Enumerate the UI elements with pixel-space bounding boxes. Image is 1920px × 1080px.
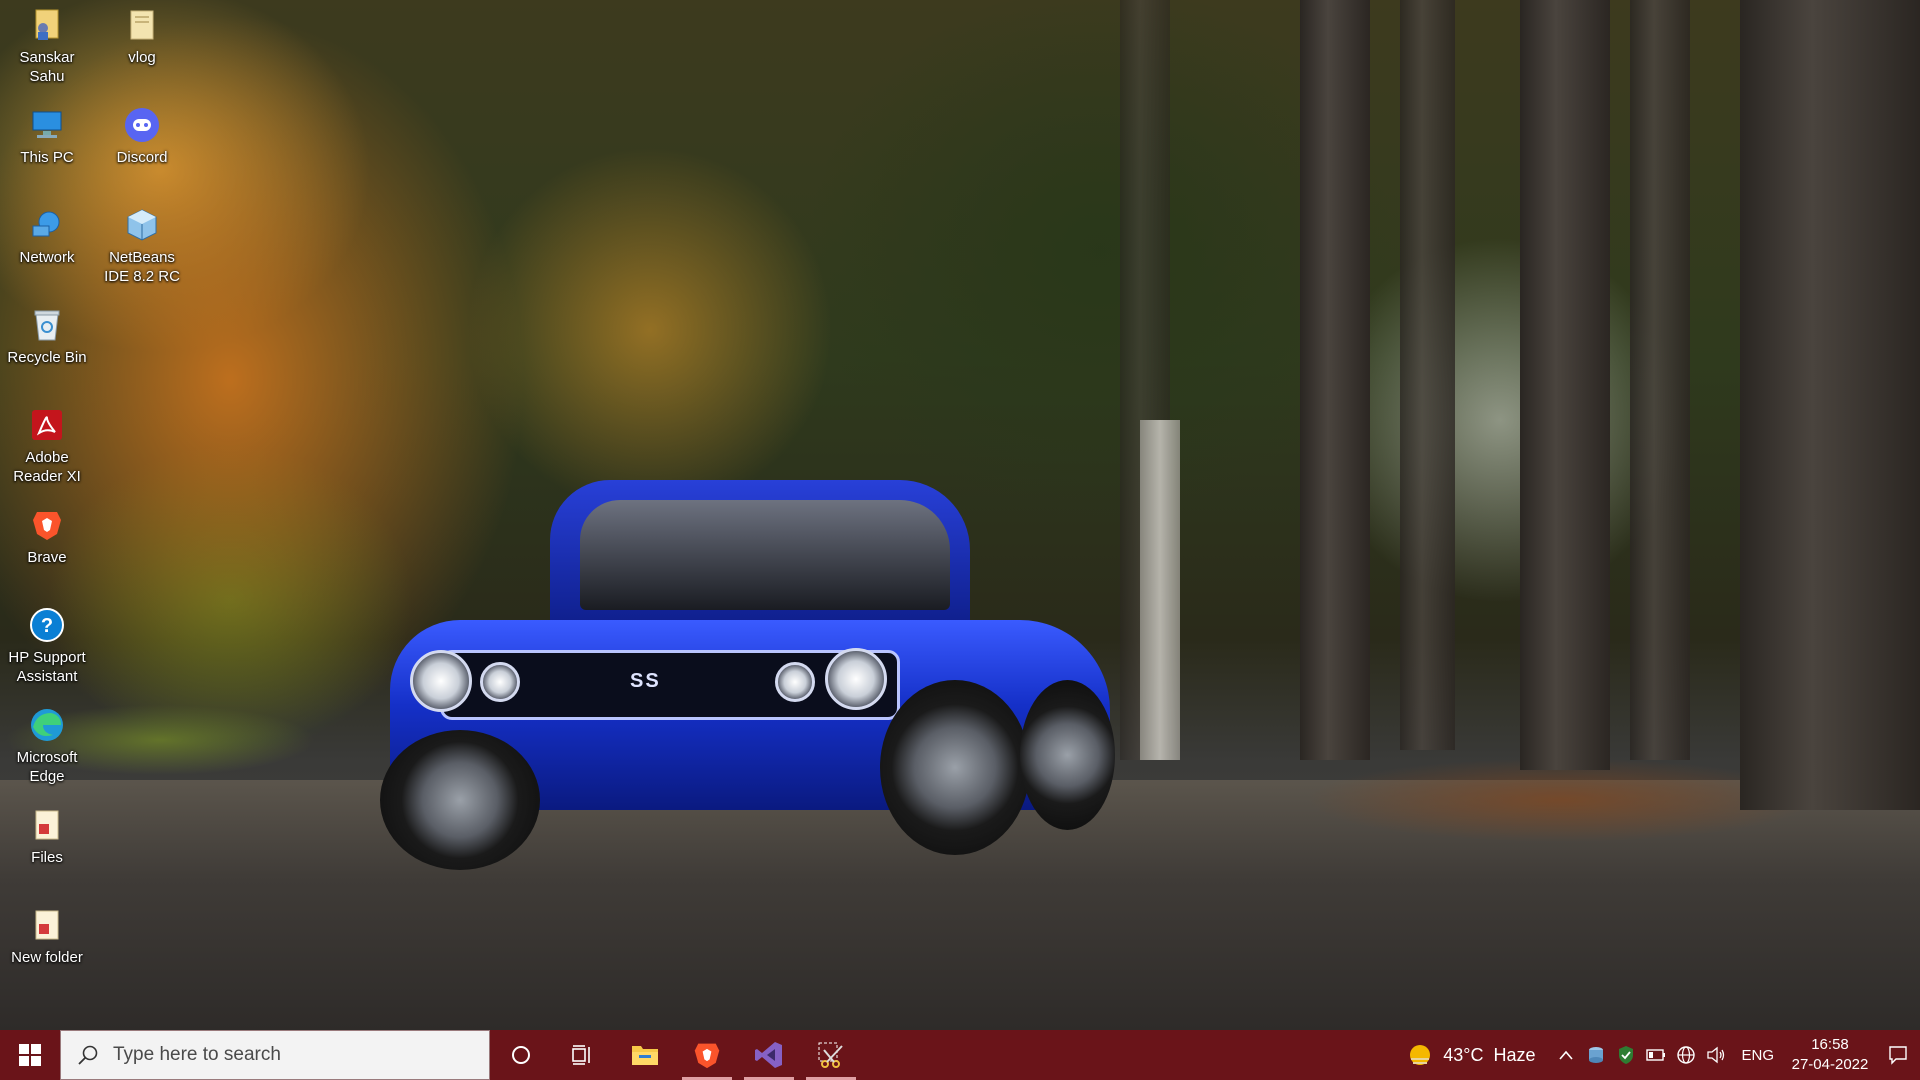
desktop-icon-adobe-reader[interactable]: Adobe Reader XI	[0, 406, 94, 486]
globe-icon	[1677, 1046, 1696, 1064]
cortana-icon	[512, 1046, 530, 1064]
desktop-icon-discord[interactable]: Discord	[95, 106, 189, 167]
file-explorer-icon	[632, 1046, 658, 1065]
search-icon	[78, 1045, 98, 1065]
storage-icon	[1589, 1047, 1604, 1063]
taskbar-file-explorer[interactable]	[614, 1030, 676, 1080]
task-view-button[interactable]	[552, 1030, 614, 1080]
snipping-tool-icon	[818, 1042, 843, 1068]
speaker-icon	[1707, 1046, 1725, 1064]
visual-studio-icon	[755, 1042, 782, 1068]
taskbar-search-box[interactable]: Type here to search	[60, 1030, 490, 1080]
brave-icon	[694, 1043, 720, 1069]
search-placeholder: Type here to search	[113, 1044, 281, 1065]
desktop-icon-this-pc[interactable]: This PC	[0, 106, 94, 167]
tree-trunk	[1140, 420, 1180, 760]
svg-text:?: ?	[41, 615, 53, 637]
weather-condition: Haze	[1493, 1044, 1536, 1065]
desktop-icon-hp-support[interactable]: ? HP Support Assistant	[0, 606, 94, 686]
car-headlight	[410, 650, 472, 712]
hp-support-icon: ?	[28, 606, 66, 644]
edge-icon	[28, 706, 66, 744]
clock[interactable]: 16:58 27-04-2022	[1784, 1030, 1876, 1080]
netbeans-icon	[123, 206, 161, 244]
tray-network[interactable]	[1671, 1030, 1701, 1080]
start-button[interactable]	[0, 1030, 60, 1080]
cortana-button[interactable]	[490, 1030, 552, 1080]
tray-security[interactable]	[1611, 1030, 1641, 1080]
tree-trunk	[1400, 0, 1455, 750]
car-headlight	[775, 662, 815, 702]
folder-icon	[123, 6, 161, 44]
notification-icon	[1889, 1046, 1907, 1065]
computer-icon	[28, 106, 66, 144]
file-icon	[28, 906, 66, 944]
desktop-icon-microsoft-edge[interactable]: Microsoft Edge	[0, 706, 94, 786]
clock-time: 16:58	[1811, 1036, 1849, 1053]
brave-icon	[28, 506, 66, 544]
input-language[interactable]: ENG	[1731, 1030, 1784, 1080]
tree-trunk	[1740, 0, 1920, 810]
desktop-wallpaper: SS	[0, 0, 1920, 1030]
recycle-bin-icon	[28, 306, 66, 344]
task-view-icon	[572, 1045, 590, 1065]
chevron-up-icon	[1559, 1050, 1574, 1060]
taskbar: Type here to search 43°C Haze ENG 16:58 …	[0, 1030, 1920, 1080]
car-wheel	[880, 680, 1030, 855]
wallpaper-car: SS	[380, 470, 1120, 870]
show-hidden-icons-button[interactable]	[1551, 1030, 1581, 1080]
car-wheel	[1020, 680, 1115, 830]
tree-trunk	[1300, 0, 1370, 760]
desktop-icon-new-folder[interactable]: New folder	[0, 906, 94, 967]
file-icon	[28, 806, 66, 844]
tray-storage-app[interactable]	[1581, 1030, 1611, 1080]
desktop-icon-network[interactable]: Network	[0, 206, 94, 267]
clock-date: 27-04-2022	[1791, 1056, 1869, 1073]
windows-logo-icon	[19, 1044, 41, 1066]
network-icon	[28, 206, 66, 244]
taskbar-brave[interactable]	[676, 1030, 738, 1080]
car-wheel	[380, 730, 540, 870]
user-folder-icon	[28, 6, 66, 44]
desktop-icon-netbeans[interactable]: NetBeans IDE 8.2 RC	[95, 206, 189, 286]
system-tray: 43°C Haze ENG 16:58 27-04-2022	[1401, 1030, 1920, 1080]
car-badge: SS	[630, 670, 661, 692]
desktop-icon-brave[interactable]: Brave	[0, 506, 94, 567]
taskbar-snipping-tool[interactable]	[800, 1030, 862, 1080]
desktop-icon-vlog[interactable]: vlog	[95, 6, 189, 67]
desktop-icon-recycle-bin[interactable]: Recycle Bin	[0, 306, 94, 367]
weather-widget[interactable]: 43°C Haze	[1401, 1030, 1551, 1080]
battery-icon	[1646, 1049, 1666, 1061]
discord-icon	[123, 106, 161, 144]
car-windshield	[580, 500, 950, 610]
tree-trunk	[1520, 0, 1610, 770]
action-center-button[interactable]	[1876, 1030, 1920, 1080]
car-headlight	[825, 648, 887, 710]
tray-battery[interactable]	[1641, 1030, 1671, 1080]
tray-volume[interactable]	[1701, 1030, 1731, 1080]
weather-haze-icon	[1410, 1045, 1431, 1065]
shield-icon	[1619, 1046, 1634, 1064]
desktop-icon-sanskar-sahu[interactable]: Sanskar Sahu	[0, 6, 94, 86]
weather-temperature: 43°C Haze	[1443, 1044, 1536, 1065]
taskbar-visual-studio[interactable]	[738, 1030, 800, 1080]
desktop-icon-files[interactable]: Files	[0, 806, 94, 867]
car-headlight	[480, 662, 520, 702]
adobe-reader-icon	[28, 406, 66, 444]
tree-trunk	[1630, 0, 1690, 760]
